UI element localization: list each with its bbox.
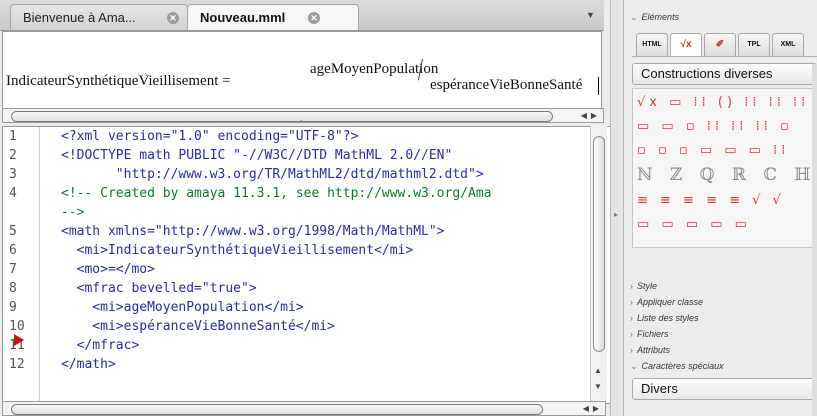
- palette-row[interactable]: ≡ ≡ ≡ ≡ ≡ √ √: [637, 193, 785, 208]
- math-formula[interactable]: IndicateurSynthétiqueVieillisement = age…: [6, 51, 599, 95]
- line-number: 8: [9, 281, 17, 296]
- palette-row[interactable]: ▭ ▭ ▭ ▭ ▭: [637, 217, 751, 232]
- xml-tab-icon[interactable]: XML: [772, 33, 804, 56]
- source-line[interactable]: <mi>ageMoyenPopulation</mi>: [61, 300, 303, 315]
- panel-scrollbar[interactable]: [812, 64, 817, 416]
- chevron-down-icon: ⌄: [630, 361, 638, 371]
- formula-lhs[interactable]: IndicateurSynthétiqueVieillisement: [6, 73, 218, 89]
- close-tab-icon[interactable]: ✕: [167, 12, 179, 24]
- source-line[interactable]: </mfrac>: [61, 338, 140, 353]
- scroll-arrows-icon[interactable]: ◀▶: [583, 402, 603, 415]
- source-view[interactable]: 1 2 3 4 5 6 7 8 9 10 11 12 <?xml version…: [2, 126, 612, 404]
- section-title: Attributs: [637, 345, 671, 355]
- source-line[interactable]: <?xml version="1.0" encoding="UTF-8"?>: [61, 129, 358, 144]
- special-chars-section-header[interactable]: ⌄ Caractères spéciaux: [630, 361, 724, 372]
- tab-label: Bienvenue à Ama...: [23, 10, 136, 25]
- chevron-right-icon: ›: [630, 345, 633, 355]
- style-list-section-header[interactable]: › Liste des styles: [630, 313, 699, 323]
- current-line-marker-icon: [14, 334, 24, 346]
- section-title: Eléments: [641, 12, 680, 22]
- number-set-symbols-row[interactable]: ℕ ℤ ℚ ℝ ℂ ℍ ℙ: [637, 165, 817, 185]
- source-horizontal-scrollbar[interactable]: ◀▶: [2, 401, 606, 416]
- section-title: Appliquer classe: [637, 297, 704, 307]
- panel-splitter[interactable]: [610, 0, 624, 416]
- line-number: 4: [9, 186, 17, 201]
- svg-tab-icon[interactable]: ✐: [704, 33, 736, 56]
- section-title: Liste des styles: [637, 313, 699, 323]
- source-line[interactable]: <mfrac bevelled="true">: [61, 281, 257, 296]
- line-number: 9: [9, 300, 17, 315]
- elements-section-header[interactable]: ⌄ Eléments: [630, 12, 679, 23]
- scroll-arrows-icon[interactable]: ◀▶: [581, 109, 601, 122]
- source-line[interactable]: "http://www.w3.org/TR/MathML2/dtd/mathml…: [61, 167, 484, 182]
- source-line[interactable]: </math>: [61, 357, 116, 372]
- special-chars-select[interactable]: Divers: [632, 378, 817, 400]
- style-section-header[interactable]: › Style: [630, 281, 657, 291]
- section-title: Caractères spéciaux: [641, 361, 724, 371]
- source-vertical-scrollbar[interactable]: ▲ ▼: [590, 126, 607, 402]
- document-tab-bar: Bienvenue à Ama... ✕ Nouveau.mml ✕ ▼: [0, 0, 604, 31]
- scrollbar-thumb[interactable]: [11, 404, 543, 415]
- tab-nouveau[interactable]: Nouveau.mml ✕: [187, 4, 359, 30]
- formula-denominator[interactable]: espéranceVieBonneSanté: [430, 77, 582, 94]
- source-line[interactable]: <!-- Created by amaya 11.3.1, see http:/…: [61, 186, 491, 201]
- scrollbar-thumb[interactable]: [593, 136, 605, 352]
- line-number: 6: [9, 243, 17, 258]
- math-tab-icon[interactable]: √x: [670, 33, 702, 56]
- chevron-right-icon: ›: [630, 313, 633, 323]
- line-number: 7: [9, 262, 17, 277]
- apply-class-section-header[interactable]: › Appliquer classe: [630, 297, 703, 307]
- source-line[interactable]: <mi>espéranceVieBonneSanté</mi>: [61, 319, 335, 334]
- line-number-gutter: 1 2 3 4 5 6 7 8 9 10 11 12: [3, 127, 40, 403]
- tab-list-menu-icon[interactable]: ▼: [586, 10, 595, 20]
- tools-panel: ⌄ Eléments HTML √x ✐ TPL XML Construction…: [624, 0, 817, 416]
- scroll-down-icon[interactable]: ▼: [594, 382, 602, 391]
- palette-row[interactable]: √x ▭ ⁞⁞ () ⁞⁞ ⁞⁞ ⁞⁞: [637, 95, 809, 110]
- formatted-view[interactable]: [2, 31, 602, 111]
- chevron-right-icon: ›: [630, 329, 633, 339]
- line-number: 10: [9, 319, 25, 334]
- line-number: 1: [9, 129, 17, 144]
- tab-label: Nouveau.mml: [200, 10, 286, 25]
- line-number: 2: [9, 148, 17, 163]
- source-line[interactable]: <mi>IndicateurSynthétiqueVieillisement</…: [61, 243, 414, 258]
- splitter-grip-icon[interactable]: ▸: [614, 210, 618, 219]
- scrollbar-thumb[interactable]: [11, 111, 553, 122]
- construct-type-select[interactable]: Constructions diverses: [632, 63, 817, 85]
- formula-operator[interactable]: =: [222, 73, 230, 89]
- text-caret: [598, 77, 599, 95]
- html-tab-icon[interactable]: HTML: [636, 33, 668, 56]
- close-tab-icon[interactable]: ✕: [308, 12, 320, 24]
- chevron-right-icon: ›: [630, 297, 633, 307]
- bevelled-fraction-slash: /: [418, 51, 423, 87]
- section-title: Style: [637, 281, 658, 291]
- source-line[interactable]: <!DOCTYPE math PUBLIC "-//W3C//DTD MathM…: [61, 148, 452, 163]
- line-number: 3: [9, 167, 17, 182]
- source-line[interactable]: <math xmlns="http://www.w3.org/1998/Math…: [61, 224, 445, 239]
- section-title: Fichiers: [637, 329, 669, 339]
- tab-bienvenue[interactable]: Bienvenue à Ama... ✕: [10, 4, 188, 30]
- source-line[interactable]: <mo>=</mo>: [61, 262, 155, 277]
- palette-row[interactable]: ▭ ▭ ▫ ⁞⁞ ⁞⁞ ⁞⁞ ▫: [637, 119, 793, 134]
- source-line[interactable]: -->: [61, 205, 84, 220]
- template-tab-icon[interactable]: TPL: [738, 33, 770, 56]
- scroll-up-icon[interactable]: ▲: [594, 366, 602, 375]
- line-number: 5: [9, 224, 17, 239]
- attributes-section-header[interactable]: › Attributs: [630, 345, 670, 355]
- element-type-tabs: HTML √x ✐ TPL XML: [632, 30, 817, 57]
- chevron-right-icon: ›: [630, 281, 633, 291]
- line-number: 12: [9, 357, 25, 372]
- math-construct-palette: √x ▭ ⁞⁞ () ⁞⁞ ⁞⁞ ⁞⁞ ▭ ▭ ▫ ⁞⁞ ⁞⁞ ⁞⁞ ▫ ▫ ▫…: [632, 88, 817, 248]
- palette-row[interactable]: ▫ ▫ ▫ ▭ ▭ ▭ ⁞⁞: [637, 143, 789, 158]
- files-section-header[interactable]: › Fichiers: [630, 329, 669, 339]
- chevron-down-icon: ⌄: [630, 12, 638, 22]
